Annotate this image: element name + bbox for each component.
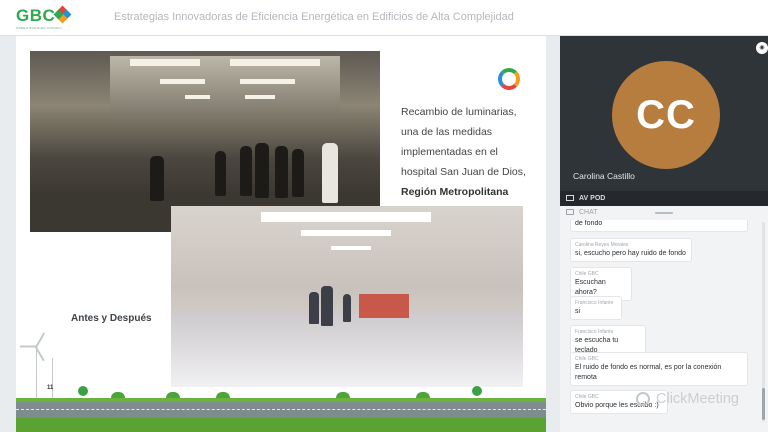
chat-message: Chile GBC El ruido de fondo es normal, e… <box>570 352 748 386</box>
chat-message-text: El ruido de fondo es normal, es por la c… <box>575 364 722 381</box>
av-pod-header[interactable]: AV POD <box>560 191 768 206</box>
wind-turbine-icon <box>52 358 53 398</box>
chat-message-author: Francisco Infante <box>575 329 614 335</box>
gbc-logo: GBC GREEN BUILDING COUNCIL <box>16 5 72 30</box>
chat-message-text: de fondo <box>575 220 603 227</box>
slide-page-number: 11 <box>47 385 54 391</box>
clickmeeting-watermark: ClickMeeting <box>636 391 739 407</box>
chat-message-text: si <box>575 308 581 315</box>
chat-icon <box>566 209 574 216</box>
webinar-title: Estrategias Innovadoras de Eficiencia En… <box>114 11 514 23</box>
chat-message: Carolina Reyes Morales si, escucho pero … <box>570 238 692 262</box>
video-tile[interactable]: CC Carolina Castillo ◉ <box>560 36 768 191</box>
mic-icon[interactable]: ◉ <box>756 42 768 54</box>
chat-message-author: Francisco Infante <box>575 300 614 306</box>
logo-subtitle: GREEN BUILDING COUNCIL <box>16 26 63 30</box>
chat-message-author: Chile GBC <box>575 356 599 362</box>
av-pod-label: AV POD <box>579 195 606 202</box>
after-photo <box>171 206 523 387</box>
tree-icon <box>472 386 482 396</box>
watermark-text: ClickMeeting <box>656 391 739 407</box>
tree-icon <box>78 386 88 396</box>
slide-caption: Recambio de luminarias, una de las medid… <box>401 102 541 202</box>
presenter-name: Carolina Castillo <box>573 171 635 181</box>
chat-message-author: Chile GBC <box>575 271 599 277</box>
side-panel: CC Carolina Castillo ◉ AV POD CHAT de fo… <box>560 36 768 432</box>
chat-message-author: Carolina Reyes Morales <box>575 242 629 248</box>
chat-label: CHAT <box>579 209 598 216</box>
chat-scroll-thumb[interactable] <box>762 388 765 420</box>
caption-region: Región Metropolitana <box>401 186 509 198</box>
road-graphic <box>16 402 546 418</box>
presentation-slide: Recambio de luminarias, una de las medid… <box>16 36 546 432</box>
chat-message: Francisco Infante si <box>570 296 622 320</box>
chat-message-text: si, escucho pero hay ruido de fondo <box>575 250 686 257</box>
caption-line: implementadas en el <box>401 146 498 158</box>
avatar: CC <box>612 61 720 169</box>
drag-handle[interactable] <box>655 212 673 214</box>
caption-line: hospital San Juan de Dios, <box>401 166 526 178</box>
hospital-logo-icon <box>498 68 520 90</box>
logo-text: GBC <box>16 6 56 25</box>
before-after-label: Antes y Después <box>71 313 152 324</box>
logo-diamond-icon <box>53 5 72 24</box>
chat-header[interactable]: CHAT <box>560 206 768 220</box>
wind-turbine-icon <box>36 346 37 398</box>
chat-message: de fondo <box>570 220 748 232</box>
caption-line: Recambio de luminarias, <box>401 106 517 118</box>
camera-icon <box>566 195 574 202</box>
top-bar: GBC GREEN BUILDING COUNCIL Estrategias I… <box>0 0 768 36</box>
chat-message-text: Escuchan ahora? <box>575 279 606 296</box>
before-photo <box>30 51 380 232</box>
caption-line: una de las medidas <box>401 126 493 138</box>
